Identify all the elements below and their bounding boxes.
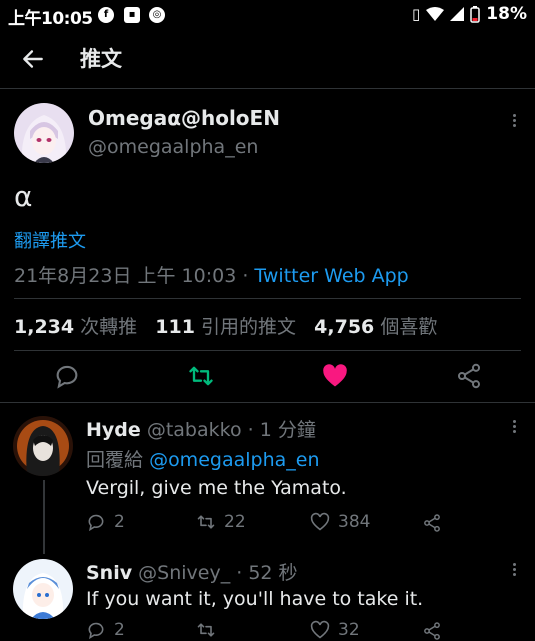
tweet-stats: 1,234 次轉推 111 引用的推文 4,756 個喜歡 [14, 312, 437, 339]
reply-time: · 1 分鐘 [247, 419, 316, 441]
retweet-icon[interactable] [187, 362, 215, 390]
replying-prefix: 回覆給 [86, 449, 144, 471]
status-right: ▯ 18% [412, 4, 527, 24]
reply-reply-action[interactable]: 2 [86, 512, 125, 532]
reply-reply-action[interactable]: 2 [86, 620, 125, 640]
back-arrow-icon[interactable] [20, 46, 46, 72]
translate-link[interactable]: 翻譯推文 [14, 227, 86, 253]
quotes-label: 引用的推文 [201, 316, 297, 338]
thread-line [43, 480, 45, 554]
divider [14, 298, 521, 299]
page-title: 推文 [80, 47, 122, 71]
vibrate-icon: ▯ [412, 5, 421, 23]
reply-icon [88, 514, 104, 532]
twitch-icon: ▪ [124, 7, 140, 23]
reply-display-name[interactable]: Sniv [86, 562, 132, 584]
status-bar: 上午10:05 f ▪ ◎ ▯ 18% [0, 0, 535, 30]
reply-like-count: 32 [338, 620, 360, 640]
tweet-text: α [14, 180, 33, 213]
divider [0, 402, 535, 403]
reply-avatar[interactable] [13, 559, 73, 619]
tweet-source[interactable]: Twitter Web App [254, 265, 408, 287]
likes-count: 4,756 [314, 316, 375, 338]
reply-header: Sniv @Snivey_ · 52 秒 [86, 558, 298, 585]
top-bar: 推文 [0, 30, 535, 89]
retweets-count: 1,234 [14, 316, 75, 338]
quotes-stat[interactable]: 111 引用的推文 [155, 316, 296, 338]
reply-handle[interactable]: @tabakko [147, 419, 242, 441]
reply-retweet-count: 22 [224, 512, 246, 532]
wifi-icon [426, 7, 445, 21]
reply-like-count: 384 [338, 512, 371, 532]
tweet-meta: 21年8月23日 上午 10:03 · Twitter Web App [14, 261, 409, 288]
retweet-icon [197, 515, 215, 529]
reply-text: If you want it, you'll have to take it. [86, 588, 424, 610]
battery-percent: 18% [486, 4, 527, 24]
cell-signal-icon [450, 7, 465, 21]
quotes-count: 111 [155, 316, 195, 338]
author-handle[interactable]: @omegaalpha_en [88, 136, 258, 158]
share-icon[interactable] [455, 362, 483, 390]
reply-avatar[interactable] [13, 416, 73, 476]
tweet-datetime: 21年8月23日 上午 10:03 [14, 265, 237, 287]
retweets-label: 次轉推 [80, 316, 138, 338]
reply-handle[interactable]: @Snivey_ [138, 562, 230, 584]
reply-icon [88, 622, 104, 640]
reply-retweet-action[interactable]: 22 [196, 512, 246, 532]
reply-time: · 52 秒 [236, 562, 298, 584]
likes-label: 個喜歡 [380, 316, 438, 338]
reply-text: Vergil, give me the Yamato. [86, 477, 347, 499]
reply-share-icon[interactable] [422, 513, 442, 533]
battery-icon [470, 5, 481, 23]
meta-separator: · [242, 265, 249, 287]
app-notification-icon: ◎ [149, 7, 165, 23]
like-icon[interactable] [321, 362, 349, 390]
reply-more-options-icon[interactable] [504, 418, 524, 438]
replying-to-handle[interactable]: @omegaalpha_en [149, 449, 319, 471]
status-time: 上午10:05 [8, 9, 93, 29]
reply-more-options-icon[interactable] [504, 561, 524, 581]
replying-to: 回覆給 @omegaalpha_en [86, 445, 320, 472]
reply-reply-count: 2 [114, 512, 125, 532]
like-outline-icon [310, 620, 330, 639]
like-outline-icon [310, 512, 330, 531]
reply-like-action[interactable]: 32 [310, 620, 360, 640]
reply-reply-count: 2 [114, 620, 125, 640]
more-options-icon[interactable] [504, 112, 524, 132]
reply-display-name[interactable]: Hyde [86, 419, 141, 441]
reply-share-icon[interactable] [422, 621, 442, 641]
retweets-stat[interactable]: 1,234 次轉推 [14, 316, 137, 338]
reply-header: Hyde @tabakko · 1 分鐘 [86, 415, 316, 442]
likes-stat[interactable]: 4,756 個喜歡 [314, 316, 437, 338]
author-avatar[interactable] [14, 103, 74, 163]
reply-icon[interactable] [53, 362, 81, 390]
reply-like-action[interactable]: 384 [310, 512, 370, 532]
divider [14, 350, 521, 351]
retweet-icon [197, 623, 215, 637]
facebook-icon: f [98, 7, 114, 23]
author-display-name[interactable]: Omegaα@holoEN [88, 106, 280, 130]
reply-retweet-action[interactable] [196, 620, 216, 640]
